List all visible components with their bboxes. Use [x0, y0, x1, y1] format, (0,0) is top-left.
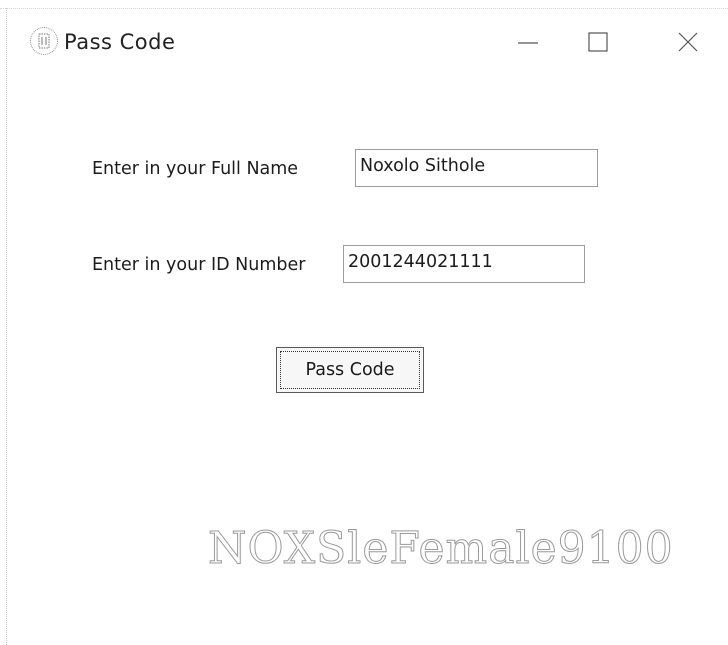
- minimize-icon: [518, 42, 538, 44]
- title-bar[interactable]: Pass Code: [0, 20, 728, 70]
- minimize-button[interactable]: [506, 24, 550, 60]
- id-number-input[interactable]: 2001244021111: [343, 245, 585, 283]
- window-title: Pass Code: [64, 30, 176, 54]
- maximize-button[interactable]: [576, 24, 620, 60]
- pass-code-button[interactable]: Pass Code: [276, 347, 424, 393]
- generated-pass-code: NOXSleFemale9100: [208, 523, 674, 575]
- full-name-input[interactable]: Noxolo Sithole: [355, 149, 598, 187]
- maximize-icon: [588, 32, 608, 52]
- id-number-label: Enter in your ID Number: [92, 255, 306, 275]
- close-icon: [678, 32, 698, 52]
- full-name-label: Enter in your Full Name: [92, 159, 299, 179]
- scan-edge-top: [0, 0, 728, 9]
- pass-code-button-label: Pass Code: [305, 360, 395, 380]
- app-logo-icon: [30, 27, 58, 55]
- scan-edge-left: [6, 8, 8, 645]
- close-button[interactable]: [666, 24, 710, 60]
